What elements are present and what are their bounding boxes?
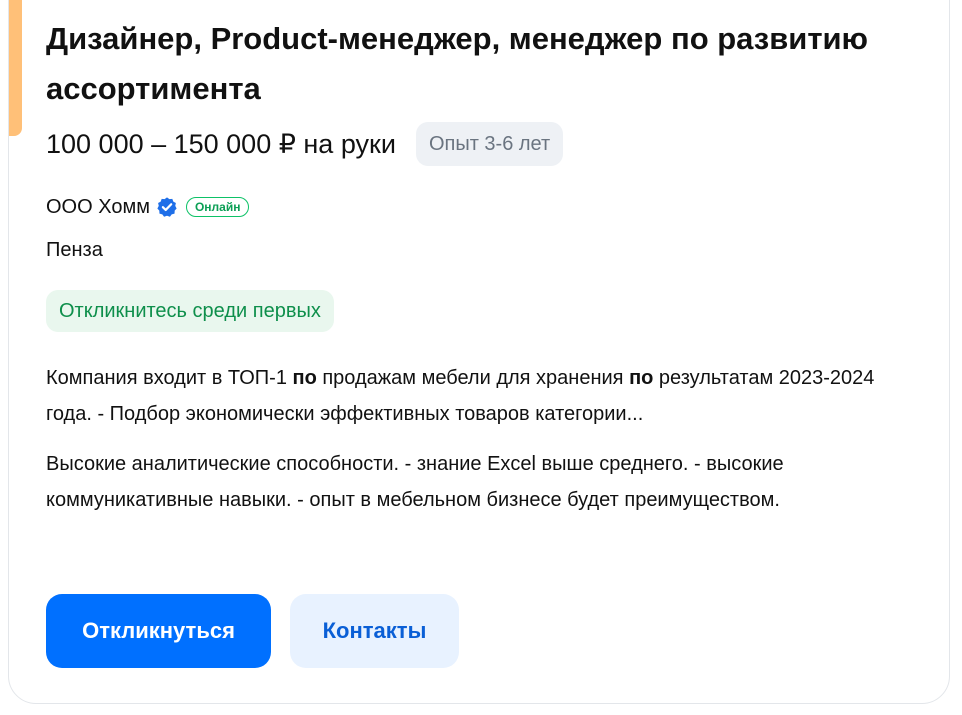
highlight-accent-bar [9,0,22,136]
description-text: Компания входит в ТОП-1 [46,367,293,389]
description-highlight: по [292,367,317,389]
online-status-badge: Онлайн [185,197,250,217]
salary-text: 100 000 – 150 000 ₽ на руки [46,128,396,159]
company-name-link[interactable]: ООО Хомм [46,196,150,219]
verified-check-icon [156,196,178,218]
description-highlight: по [629,367,654,389]
experience-badge: Опыт 3-6 лет [415,122,564,166]
vacancy-title[interactable]: Дизайнер, Product-менеджер, менеджер по … [46,14,906,114]
contacts-button[interactable]: Контакты [290,594,459,668]
salary-row: 100 000 – 150 000 ₽ на руки Опыт 3-6 лет [46,122,564,166]
respond-early-badge: Откликнитесь среди первых [46,290,334,332]
vacancy-city: Пенза [46,239,103,261]
vacancy-description-requirements: Высокие аналитические способности. - зна… [46,453,784,511]
company-row: ООО Хомм Онлайн [46,193,250,221]
respond-button[interactable]: Откликнуться [46,594,271,668]
description-text: продажам мебели для хранения [316,367,630,389]
vacancy-description-responsibilities: Компания входит в ТОП-1 по продажам мебе… [46,360,916,432]
